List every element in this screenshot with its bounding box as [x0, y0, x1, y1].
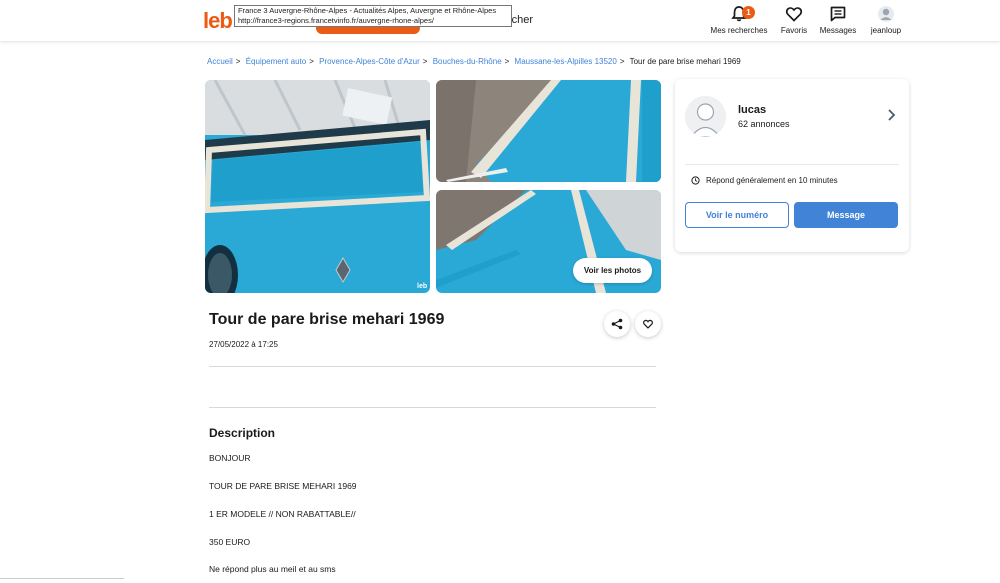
description-line: BONJOUR — [209, 453, 251, 463]
breadcrumb-link[interactable]: Accueil — [207, 57, 233, 66]
nav-favoris[interactable]: Favoris — [777, 4, 811, 35]
nav-messages[interactable]: Messages — [818, 4, 858, 35]
seller-ads-count[interactable]: 62 annonces — [738, 119, 790, 129]
section-divider — [209, 366, 656, 367]
nav-mes-recherches[interactable]: 1 Mes recherches — [709, 4, 769, 35]
seller-avatar[interactable] — [685, 96, 726, 137]
breadcrumb-separator: > — [422, 57, 428, 66]
nav-account[interactable]: jeanloup — [866, 4, 906, 35]
show-number-button[interactable]: Voir le numéro — [685, 202, 789, 228]
heart-icon — [785, 7, 803, 22]
breadcrumb-separator: > — [504, 57, 510, 66]
nav-label: Favoris — [780, 26, 808, 35]
breadcrumb-separator: > — [619, 57, 625, 66]
description-line: 1 ER MODELE // NON RABATTABLE// — [209, 509, 356, 519]
response-time: Répond généralement en 10 minutes — [691, 176, 838, 185]
seller-card: lucas 62 annonces Répond généralement en… — [675, 79, 909, 252]
photo-watermark: leb — [417, 283, 427, 290]
favorite-button[interactable] — [635, 311, 661, 337]
secondary-photo-1[interactable] — [436, 80, 661, 182]
heart-icon — [643, 319, 653, 329]
breadcrumb: Accueil > Équipement auto > Provence-Alpes… — [207, 57, 741, 66]
browser-tooltip: France 3 Auvergne-Rhône-Alpes - Actualit… — [234, 5, 512, 27]
seller-name[interactable]: lucas — [738, 104, 766, 116]
message-icon — [830, 6, 846, 22]
car-windshield-photo: leb — [205, 80, 430, 293]
breadcrumb-link[interactable]: Maussane-les-Alpilles 13520 — [515, 57, 617, 66]
nav-label: jeanloup — [870, 26, 902, 35]
see-photos-button[interactable]: Voir les photos — [573, 258, 652, 283]
breadcrumb-separator: > — [235, 57, 241, 66]
nav-label: Mes recherches — [710, 26, 768, 35]
share-button[interactable] — [604, 311, 630, 337]
main-photo[interactable]: leb — [205, 80, 430, 293]
nav-label: Messages — [819, 26, 857, 35]
description-heading: Description — [209, 426, 276, 440]
description-line: Ne répond plus au meil et au sms — [209, 564, 336, 574]
car-top-photo — [436, 80, 661, 182]
breadcrumb-link[interactable]: Bouches-du-Rhône — [433, 57, 502, 66]
breadcrumb-link[interactable]: Provence-Alpes-Côte d'Azur — [319, 57, 420, 66]
card-divider — [685, 164, 899, 165]
tooltip-title: France 3 Auvergne-Rhône-Alpes - Actualit… — [238, 6, 497, 15]
description-line: TOUR DE PARE BRISE MEHARI 1969 — [209, 481, 357, 491]
ad-date: 27/05/2022 à 17:25 — [209, 340, 278, 349]
bottom-scroll-indicator — [0, 578, 124, 579]
description-line: 350 EURO — [209, 537, 251, 547]
message-button[interactable]: Message — [794, 202, 898, 228]
response-time-text: Répond généralement en 10 minutes — [706, 176, 838, 185]
section-divider — [209, 407, 656, 408]
share-icon — [611, 318, 623, 330]
user-avatar-icon — [878, 6, 894, 22]
breadcrumb-link[interactable]: Équipement auto — [246, 57, 307, 66]
breadcrumb-separator: > — [309, 57, 314, 66]
notification-badge: 1 — [742, 6, 755, 19]
chevron-right-icon[interactable] — [887, 108, 897, 122]
ad-title: Tour de pare brise mehari 1969 — [209, 311, 445, 328]
clock-icon — [691, 176, 700, 185]
site-logo[interactable]: leb — [203, 8, 233, 34]
user-silhouette-icon — [685, 96, 726, 137]
breadcrumb-current: Tour de pare brise mehari 1969 — [629, 57, 741, 66]
tooltip-url: http://france3-regions.francetvinfo.fr/a… — [238, 16, 434, 25]
